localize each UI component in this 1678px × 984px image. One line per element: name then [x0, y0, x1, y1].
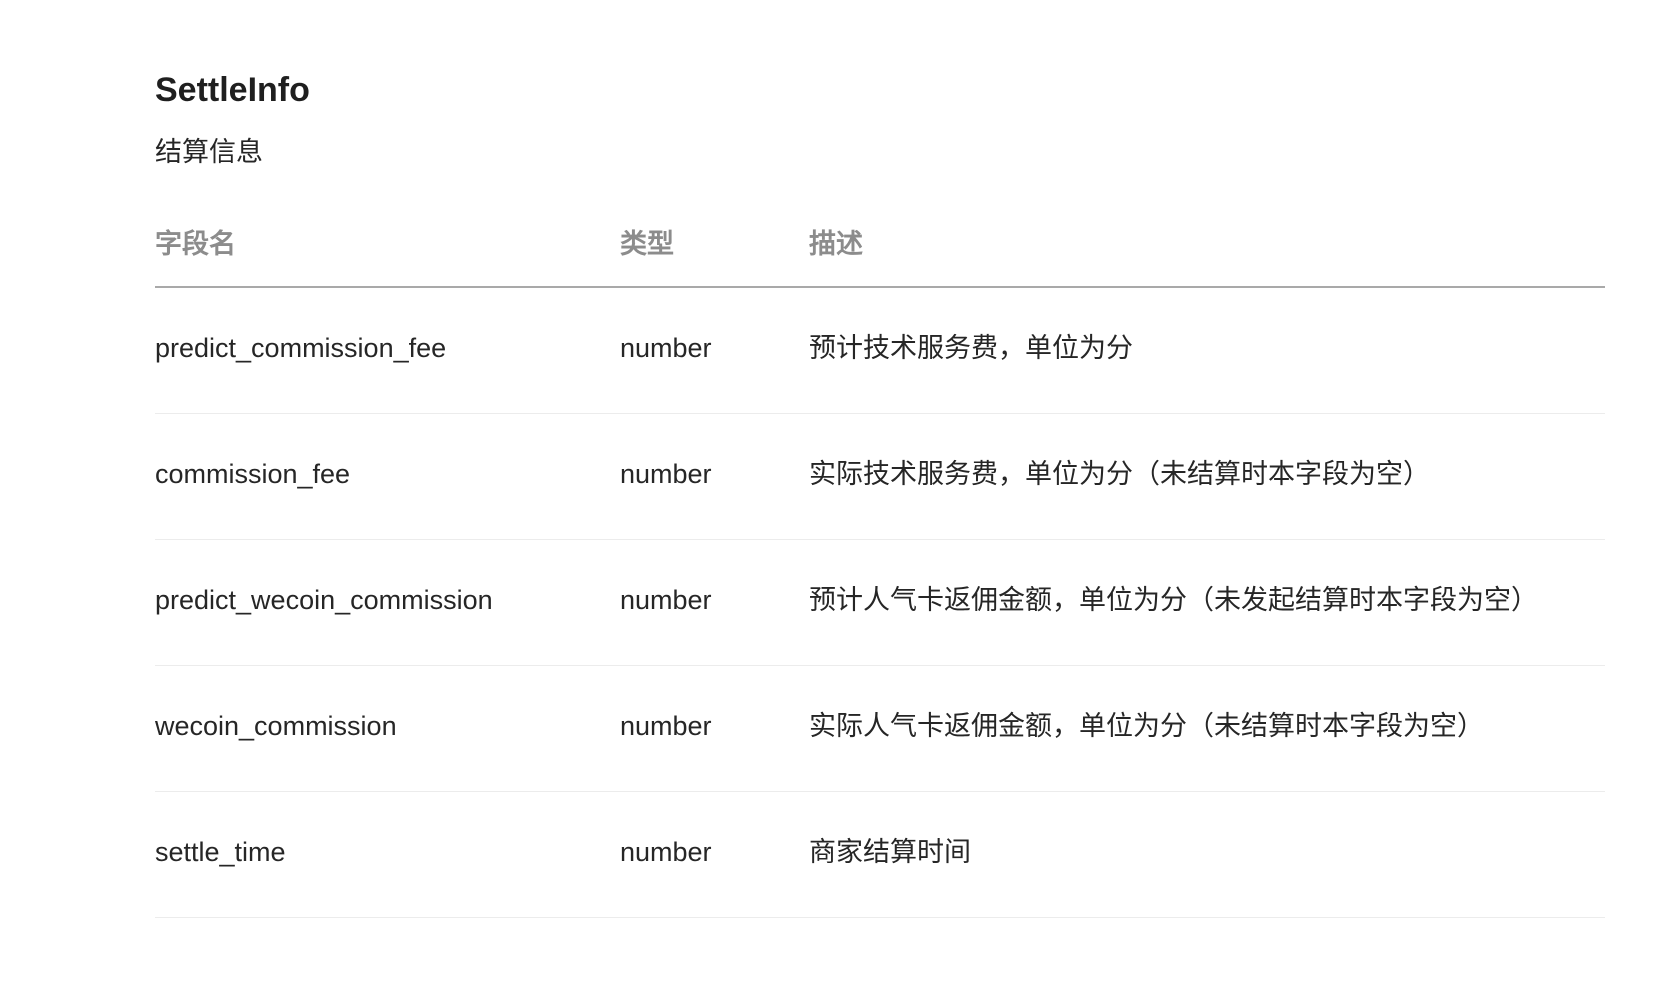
fields-table: 字段名 类型 描述 predict_commission_fee number … — [155, 210, 1605, 918]
field-type: number — [620, 711, 712, 741]
table-row: commission_fee number 实际技术服务费，单位为分（未结算时本… — [155, 414, 1605, 540]
header-description: 描述 — [809, 229, 863, 259]
table-row: predict_wecoin_commission number 预计人气卡返佣… — [155, 540, 1605, 666]
field-type: number — [620, 333, 712, 363]
field-name: predict_wecoin_commission — [155, 585, 493, 615]
field-name: settle_time — [155, 837, 286, 867]
field-description: 实际人气卡返佣金额，单位为分（未结算时本字段为空） — [809, 711, 1484, 741]
table-row: predict_commission_fee number 预计技术服务费，单位… — [155, 288, 1605, 414]
table-header: 字段名 类型 描述 — [155, 210, 1605, 288]
table-row: settle_time number 商家结算时间 — [155, 792, 1605, 918]
header-type: 类型 — [620, 229, 674, 259]
field-type: number — [620, 585, 712, 615]
field-description: 预计技术服务费，单位为分 — [809, 333, 1133, 363]
field-name: wecoin_commission — [155, 711, 397, 741]
field-name: commission_fee — [155, 459, 351, 489]
field-type: number — [620, 837, 712, 867]
field-description: 实际技术服务费，单位为分（未结算时本字段为空） — [809, 459, 1430, 489]
field-description: 商家结算时间 — [809, 837, 971, 867]
field-name: predict_commission_fee — [155, 333, 447, 363]
header-field: 字段名 — [155, 229, 236, 259]
section-subtitle: 结算信息 — [155, 137, 263, 167]
field-type: number — [620, 459, 712, 489]
section-title: SettleInfo — [155, 71, 310, 109]
table-row: wecoin_commission number 实际人气卡返佣金额，单位为分（… — [155, 666, 1605, 792]
field-description: 预计人气卡返佣金额，单位为分（未发起结算时本字段为空） — [809, 585, 1538, 615]
